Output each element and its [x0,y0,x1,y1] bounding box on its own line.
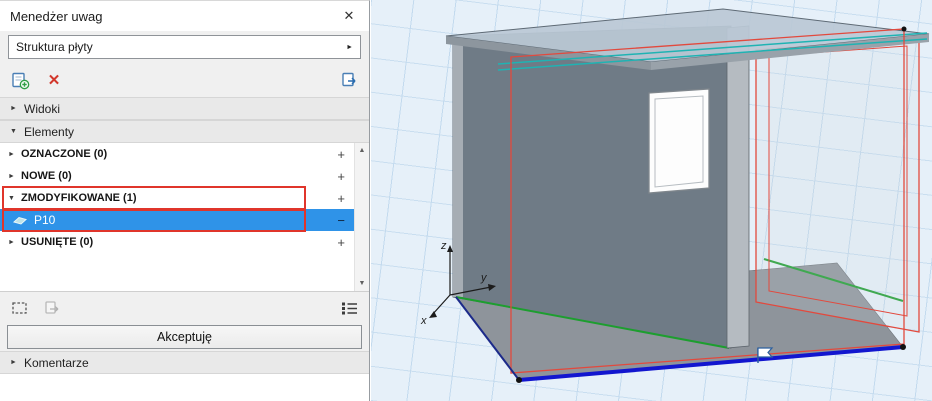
marquee-select-button[interactable] [10,298,30,318]
group-row-marked[interactable]: ► OZNACZONE (0) + [0,143,354,165]
section-header-elements[interactable]: ▼ Elementy [0,120,369,143]
axis-label-x: x [420,315,427,327]
window-opening[interactable] [648,88,710,194]
partition-wall[interactable] [726,25,750,349]
list-options-button[interactable] [339,298,359,318]
axis-label-z: z [440,240,447,252]
remove-item-button[interactable]: − [337,213,345,228]
marquee-icon [12,302,27,314]
panel-title: Menedżer uwag [10,8,103,24]
scheme-dropdown-row: Struktura płyty ► [0,31,369,63]
chevron-right-icon: ► [8,150,15,158]
add-to-group-button[interactable]: + [337,169,345,184]
group-label: USUNIĘTE (0) [21,236,94,248]
group-label: OZNACZONE (0) [21,148,108,160]
group-label: NOWE (0) [21,170,72,182]
flyout-arrow-icon: ► [346,43,353,51]
section-header-views[interactable]: ► Widoki [0,97,369,120]
model-view: z y x [420,8,930,383]
group-row-modified[interactable]: ▼ ZMODYFIKOWANE (1) + [0,187,354,209]
scroll-down-icon[interactable]: ▼ [355,276,369,291]
scrollbar-track[interactable] [355,158,369,276]
import-issue-button[interactable] [339,70,359,90]
scroll-up-icon[interactable]: ▲ [355,143,369,158]
group-label: ZMODYFIKOWANE (1) [21,192,137,204]
chevron-right-icon: ► [8,172,15,180]
scheme-dropdown-value: Struktura płyty [16,40,93,54]
add-to-group-button[interactable]: + [337,147,345,162]
list-scrollbar[interactable]: ▲ ▼ [354,143,369,291]
group-row-deleted[interactable]: ► USUNIĘTE (0) + [0,231,354,253]
delete-issue-button[interactable]: ✕ [44,70,64,90]
chevron-down-icon: ▼ [8,194,15,202]
accept-row: Akceptuję [0,324,369,351]
chevron-right-icon: ► [10,105,17,112]
group-row-new[interactable]: ► NOWE (0) + [0,165,354,187]
chevron-right-icon: ► [8,238,15,246]
selection-toolbar [0,291,369,324]
add-to-group-button[interactable]: + [337,191,345,206]
section-label-elements: Elementy [24,124,75,139]
chevron-right-icon: ► [10,359,17,366]
checklist-icon [341,302,357,315]
pick-element-button[interactable] [42,298,62,318]
element-list: ► OZNACZONE (0) + ► NOWE (0) + ▼ ZMODYFI… [0,143,369,291]
issue-toolbar: ✕ [0,63,369,97]
3d-viewport[interactable]: z y x [371,0,932,401]
right-wall-wireframe[interactable] [755,37,920,333]
list-item-p10[interactable]: P10 − [0,209,354,231]
pick-element-icon [45,301,59,314]
chevron-down-icon: ▼ [10,128,17,135]
delete-issue-icon: ✕ [47,71,61,89]
add-issue-icon [11,72,29,89]
section-header-comments[interactable]: ► Komentarze [0,351,369,374]
import-issue-icon [341,72,356,86]
add-issue-button[interactable] [10,70,30,90]
scheme-dropdown[interactable]: Struktura płyty ► [8,35,361,59]
item-label: P10 [34,213,56,227]
accept-button[interactable]: Akceptuję [7,325,362,349]
wall-edge [453,35,463,297]
add-to-group-button[interactable]: + [337,235,345,250]
issue-manager-panel: Menedżer uwag ✕ Struktura płyty ► ✕ ► Wi… [0,0,370,401]
section-label-comments: Komentarze [24,355,89,370]
panel-titlebar: Menedżer uwag ✕ [0,1,369,31]
section-label-views: Widoki [24,101,61,116]
close-button[interactable]: ✕ [337,4,361,28]
slab-icon [12,216,28,225]
